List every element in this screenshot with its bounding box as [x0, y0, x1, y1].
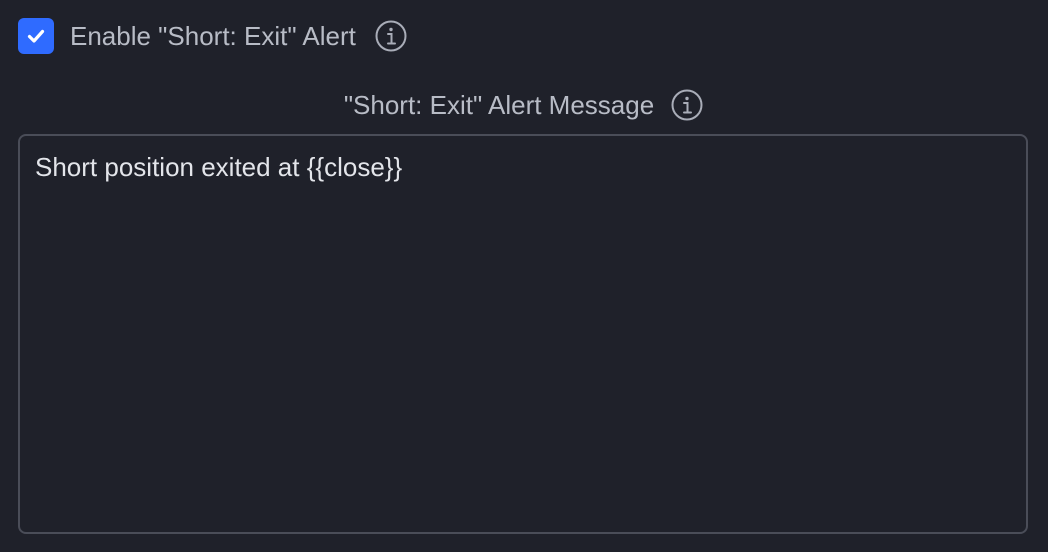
enable-alert-checkbox[interactable] — [18, 18, 54, 54]
info-icon[interactable] — [670, 88, 704, 122]
alert-message-label-row: "Short: Exit" Alert Message — [0, 87, 1048, 123]
alert-message-label: "Short: Exit" Alert Message — [343, 90, 655, 120]
enable-alert-row: Enable "Short: Exit" Alert — [18, 18, 408, 54]
enable-alert-label[interactable]: Enable "Short: Exit" Alert — [70, 18, 356, 54]
checkmark-icon — [27, 29, 45, 43]
info-icon[interactable] — [374, 19, 408, 53]
alert-message-textarea[interactable]: Short position exited at {{close}} — [18, 134, 1028, 534]
